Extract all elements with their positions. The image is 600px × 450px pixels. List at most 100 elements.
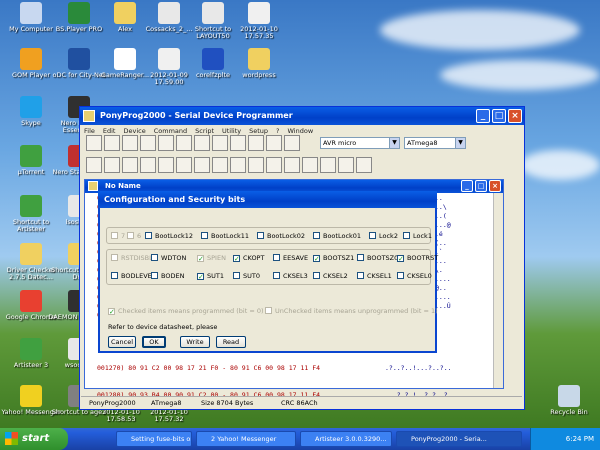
toolbar-button[interactable] [230,157,246,173]
checkbox-icon: ✓ [197,255,204,263]
checkbox-icon [403,232,410,239]
checkbox-label: BOOTSZ1 [323,254,355,262]
vertical-scrollbar[interactable] [493,193,503,388]
menu-item[interactable]: Device [123,127,145,135]
toolbar-button[interactable] [320,157,336,173]
desktop-icon[interactable]: 2012-01-10 17.57.35 [228,2,290,40]
checkbox-icon [257,232,264,239]
ok-button[interactable]: OK [142,336,166,348]
start-button[interactable]: start [0,428,68,450]
toolbar-button[interactable] [104,157,120,173]
toolbar-button[interactable] [158,135,174,151]
fuse-checkbox[interactable]: BootLock11 [201,230,249,242]
taskbar-item[interactable]: PonyProg2000 - Seria... [396,431,522,447]
toolbar-button[interactable] [338,157,354,173]
device-type-select[interactable]: ATmega8 ▼ [404,137,466,149]
toolbar-button[interactable] [266,157,282,173]
taskbar-item[interactable]: Artisteer 3.0.0.3290... [300,431,392,447]
toolbar-button[interactable] [302,157,318,173]
fuse-checkbox[interactable]: BOOTSZ0 [357,252,398,264]
fuse-checkbox[interactable]: WDTON [151,252,186,264]
read-button[interactable]: Read [216,336,246,348]
toolbar-button[interactable] [140,157,156,173]
menu-item[interactable]: Edit [103,127,116,135]
checkbox-icon [397,272,404,279]
fuse-checkbox[interactable]: BootLock01 [313,230,361,242]
toolbar-button[interactable] [284,135,300,151]
checkbox-label: SUT0 [243,272,260,280]
fuse-checkbox[interactable]: ✓ SUT1 [197,270,224,282]
fuse-checkbox[interactable]: CKSEL1 [357,270,392,282]
minimize-button[interactable]: _ [476,109,490,123]
cancel-button[interactable]: Cancel [108,336,136,348]
checkbox-icon [273,254,280,261]
menu-item[interactable]: Setup [249,127,268,135]
maximize-button[interactable]: □ [492,109,506,123]
taskbar-item[interactable]: Setting fuse-bits on A... [116,431,192,447]
desktop-icon[interactable]: wordpress [228,48,290,79]
toolbar-button[interactable] [176,157,192,173]
menu-item[interactable]: Command [154,127,187,135]
fuse-checkbox[interactable]: ✓ CKOPT [233,252,264,264]
toolbar-button[interactable] [104,135,120,151]
toolbar-button[interactable] [194,157,210,173]
fuse-checkbox[interactable]: EESAVE [273,252,308,264]
toolbar-button[interactable] [248,135,264,151]
fuse-checkbox[interactable]: CKSEL3 [273,270,308,282]
fuse-checkbox[interactable]: BODEN [151,270,184,282]
menu-item[interactable]: ? [276,127,279,135]
child-minimize-button[interactable]: _ [461,180,473,192]
app-icon [20,338,42,360]
toolbar-button[interactable] [230,135,246,151]
taskbar-item[interactable]: 2 Yahoo! Messenger [196,431,296,447]
taskbar: start Setting fuse-bits on A... 2 Yahoo! … [0,428,600,450]
dialog-title-bar[interactable]: Configuration and Security bits [98,191,437,208]
toolbar-button[interactable] [212,157,228,173]
child-close-button[interactable]: × [489,180,501,192]
fuse-checkbox[interactable]: BootLock02 [257,230,305,242]
title-bar[interactable]: PonyProg2000 - Serial Device Programmer … [80,107,524,125]
checkbox-label: SUT1 [207,272,224,280]
toolbar-button[interactable] [158,157,174,173]
device-family-select[interactable]: AVR micro ▼ [320,137,400,149]
toolbar-button[interactable] [122,157,138,173]
toolbar-button[interactable] [176,135,192,151]
datasheet-note: Refer to device datasheet, please [108,323,218,331]
checkbox-icon [151,272,158,279]
toolbar-button[interactable] [194,135,210,151]
toolbar-button[interactable] [284,157,300,173]
fuse-checkbox[interactable]: BODLEVEL [111,270,155,282]
fuse-checkbox[interactable]: CKSEL2 [313,270,348,282]
checkbox-label: 7 [121,232,126,240]
toolbar-button[interactable] [122,135,138,151]
write-button[interactable]: Write [180,336,210,348]
toolbar-button[interactable] [140,135,156,151]
child-maximize-button[interactable]: □ [475,180,487,192]
fuse-checkbox[interactable]: SUT0 [233,270,260,282]
app-icon [558,385,580,407]
toolbar-button[interactable] [86,157,102,173]
toolbar-button[interactable] [248,157,264,173]
fuse-checkbox[interactable]: Lock2 [369,230,398,242]
child-title: No Name [105,182,141,190]
app-icon [83,110,95,122]
app-icon [114,2,136,24]
toolbar-button[interactable] [212,135,228,151]
menu-item[interactable]: Script [195,127,214,135]
toolbar-button[interactable] [356,157,372,173]
menu-item[interactable]: Utility [222,127,241,135]
desktop-icon[interactable]: Recycle Bin [538,385,600,416]
fuse-checkbox[interactable]: CKSEL0 [397,270,432,282]
clock[interactable]: 6:24 PM [566,435,594,443]
fuse-checkbox[interactable]: ✓ BOOTRST [397,252,438,264]
menu-item[interactable]: File [84,127,95,135]
fuse-checkbox[interactable]: Lock1 [403,230,432,242]
close-button[interactable]: × [508,109,522,123]
checkbox-icon: ✓ [397,255,404,263]
toolbar-button[interactable] [266,135,282,151]
fuse-checkbox[interactable]: ✓ BOOTSZ1 [313,252,354,264]
menu-item[interactable]: Window [288,127,314,135]
fuse-checkbox[interactable]: BootLock12 [145,230,193,242]
toolbar-button[interactable] [86,135,102,151]
cloud [520,150,600,180]
